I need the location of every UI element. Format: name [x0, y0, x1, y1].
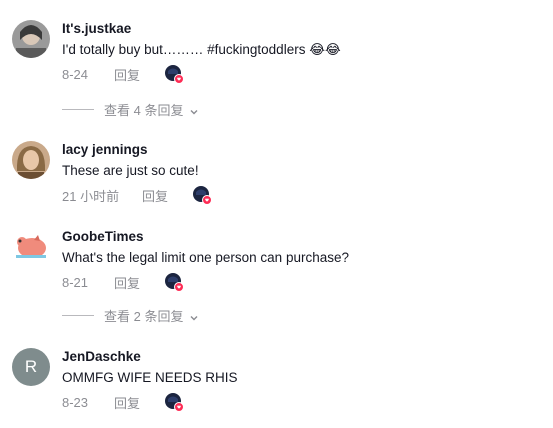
comment-text: OMMFG WIFE NEEDS RHIS	[62, 370, 238, 385]
chevron-down-icon	[189, 105, 199, 115]
comment-time: 8-23	[62, 394, 89, 410]
view-replies-button[interactable]: 查看 4 条回复	[62, 100, 199, 119]
creator-liked-icon	[192, 185, 213, 205]
view-replies-button[interactable]: 查看 2 条回复	[62, 306, 199, 325]
avatar[interactable]	[12, 20, 50, 58]
comment-time: 21 小时前	[62, 188, 120, 204]
creator-liked-icon	[164, 64, 185, 84]
comment-username[interactable]: JenDaschke	[62, 348, 542, 365]
reply-button[interactable]: 回复	[142, 186, 168, 205]
comment-text: These are just so cute!	[62, 163, 199, 178]
reply-button[interactable]: 回复	[114, 393, 140, 412]
avatar[interactable]	[12, 141, 50, 179]
chevron-down-icon	[189, 311, 199, 321]
avatar[interactable]: R	[12, 348, 50, 386]
avatar-initial: R	[24, 357, 38, 376]
comment-text: What's the legal limit one person can pu…	[62, 250, 349, 265]
reply-button[interactable]: 回复	[114, 65, 140, 84]
comment-username[interactable]: It's.justkae	[62, 20, 542, 37]
view-replies-label: 查看 2 条回复	[104, 309, 184, 324]
divider-line	[62, 315, 94, 316]
comment-time: 8-24	[62, 66, 89, 82]
creator-liked-icon	[164, 272, 185, 292]
comment-time: 8-21	[62, 274, 89, 290]
avatar[interactable]	[12, 228, 50, 266]
comment-username[interactable]: lacy jennings	[62, 141, 542, 158]
comment-username[interactable]: GoobeTimes	[62, 228, 542, 245]
divider-line	[62, 109, 94, 110]
comment-text: I'd totally buy but……… #fuckingtoddlers …	[62, 42, 341, 57]
view-replies-label: 查看 4 条回复	[104, 103, 184, 118]
creator-liked-icon	[164, 392, 185, 412]
reply-button[interactable]: 回复	[114, 273, 140, 292]
